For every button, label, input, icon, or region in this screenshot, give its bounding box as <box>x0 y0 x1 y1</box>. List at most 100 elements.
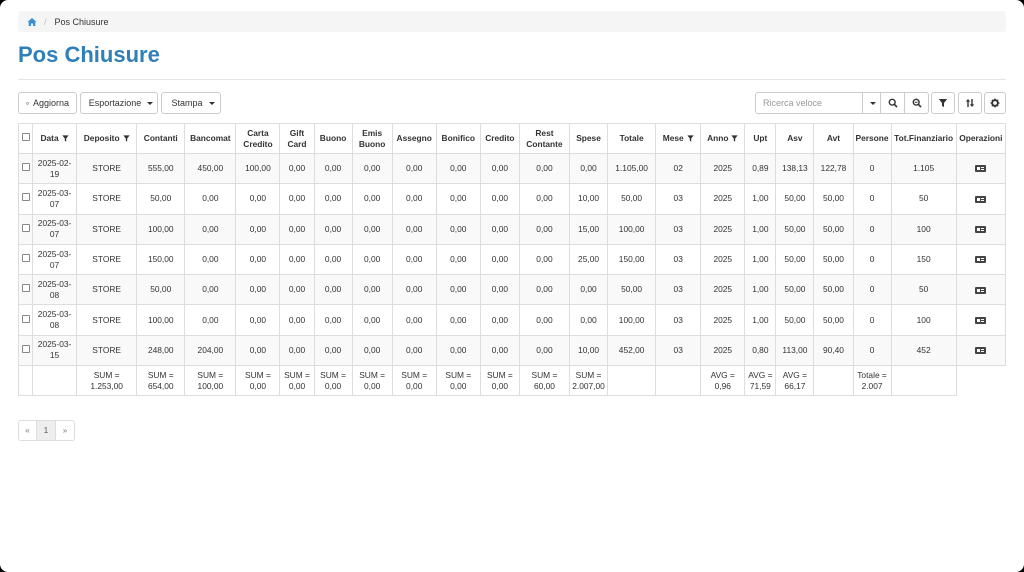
row-checkbox[interactable] <box>21 254 30 263</box>
column-header-operazioni[interactable]: Operazioni <box>955 123 1007 154</box>
table-row[interactable]: 2025-03-08 STORE 100,00 0,00 0,00 0,00 0,00 0,0… <box>17 304 1007 336</box>
operation-icon[interactable] <box>975 195 987 203</box>
filter-button[interactable] <box>931 92 955 114</box>
filter-icon[interactable] <box>61 135 69 142</box>
refresh-button[interactable]: Aggiorna <box>18 92 77 114</box>
table-cell: 50,00 <box>136 183 186 215</box>
table-cell: 0,00 <box>184 213 237 245</box>
column-header-asv[interactable]: Asv <box>775 123 815 154</box>
row-checkbox[interactable] <box>21 223 30 232</box>
row-select-cell <box>17 274 34 306</box>
column-header-data[interactable]: Data <box>32 123 78 154</box>
operation-icon[interactable] <box>975 286 987 294</box>
row-checkbox[interactable] <box>21 314 30 323</box>
table-cell: STORE <box>76 213 138 245</box>
operation-icon[interactable] <box>975 226 987 234</box>
column-header-label: Carta Credito <box>243 127 273 149</box>
export-label: Esportazione <box>88 98 142 108</box>
table-cell: 2025 <box>700 274 746 306</box>
column-header-rest-contante[interactable]: Rest Contante <box>518 123 571 154</box>
table-cell: 150,00 <box>607 243 657 276</box>
footer-cell: Totale = 2.007 <box>852 365 892 397</box>
column-header-tot-finanziario[interactable]: Tot.Finanziario <box>890 123 957 154</box>
row-select-cell <box>17 152 34 185</box>
row-checkbox[interactable] <box>21 344 30 353</box>
pagination-page[interactable]: 1 <box>37 420 56 441</box>
table-row[interactable]: 2025-03-08 STORE 50,00 0,00 0,00 0,00 0,00 0,00… <box>17 274 1007 306</box>
row-checkbox[interactable] <box>21 193 30 202</box>
column-header-emis-buono[interactable]: Emis Buono <box>351 123 393 154</box>
column-header-label: Totale <box>619 133 644 143</box>
column-header-carta-credito[interactable]: Carta Credito <box>235 123 281 154</box>
operation-icon[interactable] <box>975 316 987 324</box>
table-row[interactable]: 2025-02-19 STORE 555,00 450,00 100,00 0,00 0,0… <box>17 152 1007 185</box>
settings-button[interactable] <box>984 92 1006 114</box>
table-cell: 2025-03-07 <box>32 183 78 215</box>
footer-cell: SUM = 0,00 <box>279 365 315 397</box>
row-select-cell <box>17 334 34 367</box>
settings-button-wrap <box>984 92 1006 114</box>
row-checkbox[interactable] <box>21 163 30 172</box>
row-checkbox[interactable] <box>21 284 30 293</box>
column-header-label: Anno <box>707 133 729 143</box>
search-button[interactable] <box>881 92 905 114</box>
filter-icon[interactable] <box>687 135 694 142</box>
filter-icon[interactable] <box>122 135 130 142</box>
select-all-cell <box>17 123 34 154</box>
export-button[interactable]: Esportazione <box>80 92 158 114</box>
search-input[interactable] <box>755 92 862 114</box>
column-header-contanti[interactable]: Contanti <box>136 123 186 154</box>
breadcrumb-separator: / <box>44 16 47 27</box>
table-cell: 10,00 <box>568 183 609 215</box>
column-header-persone[interactable]: Persone <box>852 123 892 154</box>
column-header-bancomat[interactable]: Bancomat <box>184 123 237 154</box>
column-header-spese[interactable]: Spese <box>568 123 609 154</box>
filter-icon <box>938 99 948 107</box>
column-header-deposito[interactable]: Deposito <box>76 123 138 154</box>
footer-cell: SUM = 0,00 <box>479 365 520 397</box>
table-row[interactable]: 2025-03-07 STORE 50,00 0,00 0,00 0,00 0,00 0,00… <box>17 183 1007 215</box>
footer-cell: SUM = 654,00 <box>136 365 186 397</box>
table-cell: 0,00 <box>279 152 315 185</box>
operation-icon[interactable] <box>975 256 987 264</box>
column-header-anno[interactable]: Anno <box>700 123 746 154</box>
table-row[interactable]: 2025-03-07 STORE 150,00 0,00 0,00 0,00 0,00 0,0… <box>17 243 1007 276</box>
column-header-assegno[interactable]: Assegno <box>391 123 437 154</box>
sort-icon <box>965 99 975 107</box>
filter-button-wrap <box>931 92 955 114</box>
table-cell: 0,00 <box>184 183 237 215</box>
filter-icon[interactable] <box>731 135 739 142</box>
table-row[interactable]: 2025-03-15 STORE 248,00 204,00 0,00 0,00 0,00 0… <box>17 334 1007 367</box>
advanced-search-button[interactable] <box>905 92 929 114</box>
table-cell: 0,00 <box>435 183 481 215</box>
table-cell: 0,00 <box>313 274 353 306</box>
column-header-label: Deposito <box>83 133 120 143</box>
operation-icon[interactable] <box>975 347 987 355</box>
print-button[interactable]: Stampa <box>161 92 221 114</box>
pagination-next[interactable]: » <box>56 420 75 441</box>
operation-icon[interactable] <box>975 165 987 173</box>
sort-button[interactable] <box>958 92 982 114</box>
column-header-credito[interactable]: Credito <box>479 123 520 154</box>
search-options-dropdown[interactable] <box>862 92 881 114</box>
table-cell: 50,00 <box>607 183 657 215</box>
footer-cell <box>32 365 78 397</box>
column-header-avt[interactable]: Avt <box>813 123 854 154</box>
table-cell: STORE <box>76 152 138 185</box>
table-row[interactable]: 2025-03-07 STORE 100,00 0,00 0,00 0,00 0,00 0,0… <box>17 213 1007 245</box>
column-header-upt[interactable]: Upt <box>744 123 777 154</box>
home-icon[interactable] <box>27 17 37 27</box>
table-cell: 0 <box>852 152 892 185</box>
column-header-mese[interactable]: Mese <box>655 123 702 154</box>
column-header-bonifico[interactable]: Bonifico <box>435 123 481 154</box>
column-header-gift-card[interactable]: Gift Card <box>279 123 315 154</box>
table-cell: 1.105,00 <box>607 152 657 185</box>
table-cell: 0,00 <box>279 304 315 336</box>
pagination-prev[interactable]: « <box>18 420 37 441</box>
column-header-label: Avt <box>826 133 841 143</box>
column-header-label: Bonifico <box>441 133 476 143</box>
column-header-buono[interactable]: Buono <box>313 123 353 154</box>
column-header-totale[interactable]: Totale <box>607 123 657 154</box>
select-all-checkbox[interactable] <box>21 133 30 141</box>
table-cell: 0 <box>852 304 892 336</box>
